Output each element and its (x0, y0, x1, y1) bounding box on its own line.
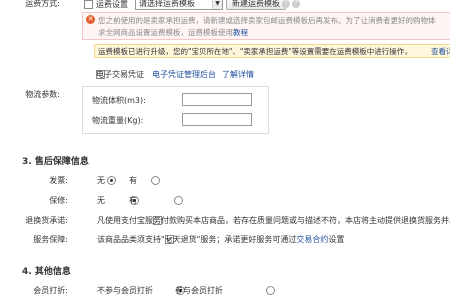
invoice-no-radio[interactable] (107, 176, 117, 185)
service-text-suffix: 设置 (328, 235, 345, 244)
warning-text-line2: 求全网商品设置运费模板，运费模板使用教程 (98, 27, 248, 38)
warranty-no-label: 无 (97, 196, 105, 205)
info-text: 运费模板已进行升级，您的"宝贝所在地"、"卖家承担运费"等设置需要在运费模板中进… (98, 47, 412, 56)
weight-input[interactable] (182, 113, 252, 126)
new-freight-template-button[interactable]: 新建运费模板 (226, 0, 286, 10)
voucher-details-link[interactable]: 了解详情 (222, 69, 254, 80)
info-detail-link[interactable]: 查看详 (431, 46, 450, 57)
member-discount-yes-radio[interactable] (265, 286, 275, 295)
freight-template-select[interactable]: 请选择运费模板 ▼ (135, 0, 223, 10)
warranty-yes-label: 有 (129, 196, 137, 205)
warning-tutorial-link[interactable]: 教程 (233, 28, 248, 37)
voucher-label: 电子交易凭证 (96, 70, 144, 79)
volume-input[interactable] (182, 93, 252, 106)
member-discount-label: 会员打折: (33, 286, 68, 295)
warning-text-line1: 您之前使用的是卖家承担运费，请新建或选择卖家包邮运费模板后再发布。为了让消费者更… (98, 16, 436, 25)
help-icon-2[interactable]: ? (292, 0, 300, 8)
invoice-no-label: 无 (97, 176, 105, 185)
return-text: 凡使用支付宝服务付款购买本店商品，若存在质量问题或与描述不符，本店将主动提供退换… (97, 216, 450, 225)
freight-setting-label: 运费设置 (96, 0, 128, 9)
service-text: 该商品品类须支持"七天退货"服务；承诺更好服务可通过交易合约设置 (97, 234, 344, 245)
freight-method-label: 运费方式: (25, 0, 60, 8)
invoice-label: 发票: (49, 176, 68, 185)
warning-text-line2-main: 求全网商品设置运费模板，运费模板使用 (98, 28, 233, 37)
invoice-yes-label: 有 (129, 176, 137, 185)
other-info-section-title: 4. 其他信息 (22, 267, 71, 277)
invoice-yes-radio[interactable] (150, 176, 160, 185)
volume-label: 物流体积(m3): (92, 96, 146, 105)
member-discount-no-label: 不参与会员打折 (97, 286, 153, 295)
logistics-label: 物流参数: (25, 90, 60, 99)
after-sales-section-title: 3. 售后保障信息 (22, 157, 89, 167)
warranty-label: 保修: (49, 196, 68, 205)
freight-template-select-value: 请选择运费模板 (139, 0, 195, 8)
error-icon: ✕ (86, 15, 95, 24)
freight-setting-checkbox[interactable] (84, 0, 93, 9)
chevron-down-icon: ▼ (212, 0, 222, 9)
freight-warning-box: ✕ 您之前使用的是卖家承担运费，请新建或选择卖家包邮运费模板后再发布。为了让消费… (82, 12, 450, 40)
freight-upgrade-notice: 运费模板已进行升级，您的"宝贝所在地"、"卖家承担运费"等设置需要在运费模板中进… (94, 44, 450, 58)
weight-label: 物流重量(Kg): (92, 116, 144, 125)
contract-link[interactable]: 交易合约 (296, 235, 328, 244)
service-text-main: 该商品品类须支持"七天退货"服务；承诺更好服务可通过 (97, 235, 297, 244)
warranty-yes-radio[interactable] (173, 196, 183, 205)
return-label: 退换货承诺: (25, 216, 68, 225)
service-label: 服务保障: (33, 235, 68, 244)
help-icon[interactable]: ? (282, 0, 290, 8)
voucher-admin-link[interactable]: 电子凭证管理后台 (152, 69, 216, 80)
member-discount-yes-label: 参与会员打折 (175, 286, 223, 295)
